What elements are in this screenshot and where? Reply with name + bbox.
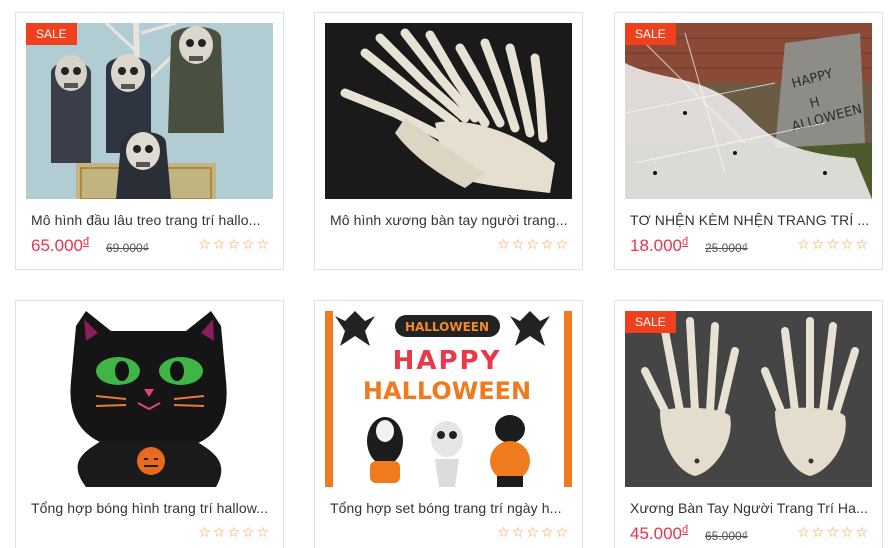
product-price: 18.000đ (630, 236, 689, 255)
product-title[interactable]: Xương Bàn Tay Người Trang Trí Ha... (630, 500, 870, 516)
product-title[interactable]: Mô hình xương bàn tay người trang... (330, 212, 570, 228)
skeleton-hands-image (325, 23, 572, 199)
star-icon: ☆ (840, 525, 854, 541)
product-image[interactable] (325, 23, 572, 199)
star-icon: ☆ (497, 237, 510, 253)
sale-badge: SALE (26, 23, 77, 45)
star-icon: ☆ (826, 525, 839, 541)
star-icon: ☆ (227, 525, 240, 541)
product-title[interactable]: Mô hình đầu lâu treo trang trí hallo... (31, 212, 271, 228)
star-icon: ☆ (241, 237, 255, 253)
skeleton-hands-pair-image (625, 311, 872, 487)
product-card[interactable]: SALE HAPPY H ALLOWEEN TƠ NHỆN KÈM NHỆN T… (614, 12, 883, 270)
product-image[interactable] (26, 311, 273, 487)
product-card[interactable]: Tổng hợp bóng hình trang trí hallow... ☆… (15, 300, 284, 548)
balloon-text: HALLOWEEN (405, 320, 489, 334)
star-icon: ☆ (811, 525, 825, 541)
product-title[interactable]: Tổng hợp bóng hình trang trí hallow... (31, 500, 271, 516)
balloon-text: HAPPY (393, 346, 502, 376)
star-icon: ☆ (198, 237, 211, 253)
black-cat-balloon-image (26, 311, 273, 487)
star-icon: ☆ (212, 525, 226, 541)
product-image[interactable]: HALLOWEEN HAPPY HALLOWEEN (325, 311, 572, 487)
product-card[interactable]: Mô hình xương bàn tay người trang... ☆ ☆… (314, 12, 583, 270)
happy-halloween-balloons-image: HALLOWEEN HAPPY HALLOWEEN (325, 311, 572, 487)
hanging-skulls-image (26, 23, 273, 199)
product-title[interactable]: TƠ NHỆN KÈM NHỆN TRANG TRÍ ... (630, 212, 870, 228)
sale-badge: SALE (625, 311, 676, 333)
product-card[interactable]: SALE Xương Bàn Tay Người Trang Trí Ha... (614, 300, 883, 548)
star-icon: ☆ (811, 237, 825, 253)
rating-stars: ☆ ☆ ☆ ☆ ☆ (497, 237, 568, 253)
star-icon: ☆ (198, 525, 211, 541)
product-image[interactable] (625, 311, 872, 487)
star-icon: ☆ (555, 525, 568, 541)
star-icon: ☆ (840, 237, 854, 253)
star-icon: ☆ (540, 237, 554, 253)
star-icon: ☆ (855, 525, 868, 541)
product-image[interactable] (26, 23, 273, 199)
product-price: 65.000đ (31, 236, 90, 255)
rating-stars: ☆ ☆ ☆ ☆ ☆ (198, 525, 269, 541)
sale-badge: SALE (625, 23, 676, 45)
star-icon: ☆ (241, 525, 255, 541)
star-icon: ☆ (855, 237, 868, 253)
star-icon: ☆ (540, 525, 554, 541)
star-icon: ☆ (555, 237, 568, 253)
product-card[interactable]: HALLOWEEN HAPPY HALLOWEEN Tổng hợp set b… (314, 300, 583, 548)
star-icon: ☆ (497, 525, 510, 541)
product-old-price: 69.000₫ (106, 241, 149, 255)
star-icon: ☆ (526, 525, 539, 541)
star-icon: ☆ (797, 237, 810, 253)
star-icon: ☆ (227, 237, 240, 253)
product-card[interactable]: SALE Mô hình đầu lâu treo trang trí hall… (15, 12, 284, 270)
balloon-text: HALLOWEEN (363, 377, 531, 405)
rating-stars: ☆ ☆ ☆ ☆ ☆ (198, 237, 269, 253)
star-icon: ☆ (526, 237, 539, 253)
star-icon: ☆ (826, 237, 839, 253)
product-old-price: 25.000₫ (705, 241, 748, 255)
rating-stars: ☆ ☆ ☆ ☆ ☆ (797, 237, 868, 253)
spider-web-image: HAPPY H ALLOWEEN (625, 23, 872, 199)
product-title[interactable]: Tổng hợp set bóng trang trí ngày h... (330, 500, 570, 516)
star-icon: ☆ (256, 237, 269, 253)
star-icon: ☆ (511, 237, 525, 253)
star-icon: ☆ (797, 525, 810, 541)
rating-stars: ☆ ☆ ☆ ☆ ☆ (797, 525, 868, 541)
product-image[interactable]: HAPPY H ALLOWEEN (625, 23, 872, 199)
rating-stars: ☆ ☆ ☆ ☆ ☆ (497, 525, 568, 541)
star-icon: ☆ (212, 237, 226, 253)
product-price: 45.000đ (630, 524, 689, 543)
star-icon: ☆ (511, 525, 525, 541)
product-old-price: 65.000₫ (705, 529, 748, 543)
star-icon: ☆ (256, 525, 269, 541)
